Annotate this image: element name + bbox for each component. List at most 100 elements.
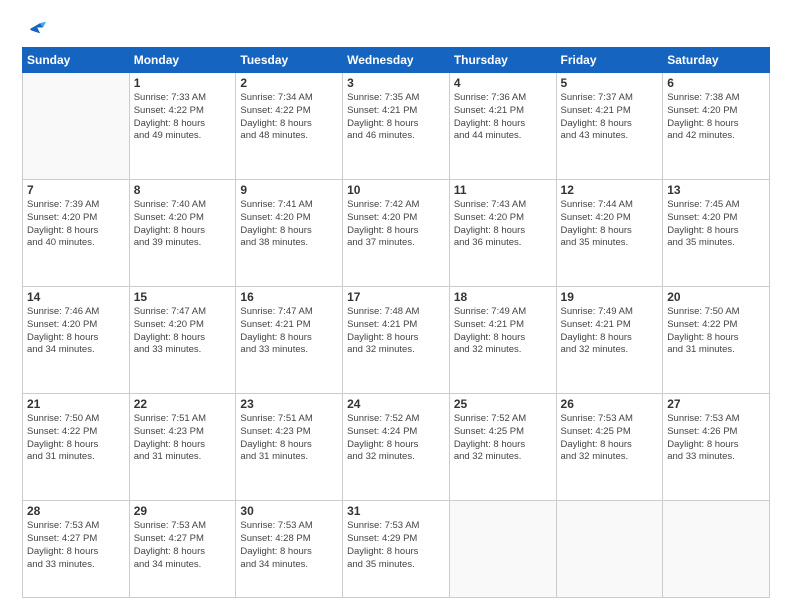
day-number: 30	[240, 504, 338, 518]
calendar-cell	[449, 501, 556, 598]
day-info: Sunrise: 7:47 AMSunset: 4:21 PMDaylight:…	[240, 306, 338, 357]
day-number: 29	[134, 504, 232, 518]
weekday-monday: Monday	[129, 48, 236, 73]
calendar-cell: 28 Sunrise: 7:53 AMSunset: 4:27 PMDayligh…	[23, 501, 130, 598]
day-number: 14	[27, 290, 125, 304]
day-info: Sunrise: 7:37 AMSunset: 4:21 PMDaylight:…	[561, 92, 659, 143]
day-number: 5	[561, 76, 659, 90]
calendar-cell: 5 Sunrise: 7:37 AMSunset: 4:21 PMDaylight…	[556, 73, 663, 180]
day-number: 1	[134, 76, 232, 90]
calendar-cell: 11 Sunrise: 7:43 AMSunset: 4:20 PMDayligh…	[449, 180, 556, 287]
calendar-cell: 19 Sunrise: 7:49 AMSunset: 4:21 PMDayligh…	[556, 287, 663, 394]
day-info: Sunrise: 7:48 AMSunset: 4:21 PMDaylight:…	[347, 306, 445, 357]
calendar-cell	[556, 501, 663, 598]
calendar-cell: 30Sunrise: 7:53 AMSunset: 4:28 PMDayligh…	[236, 501, 343, 598]
day-info: Sunrise: 7:47 AMSunset: 4:20 PMDaylight:…	[134, 306, 232, 357]
day-info: Sunrise: 7:36 AMSunset: 4:21 PMDaylight:…	[454, 92, 552, 143]
day-info: Sunrise: 7:38 AMSunset: 4:20 PMDaylight:…	[667, 92, 765, 143]
day-number: 12	[561, 183, 659, 197]
day-info: Sunrise: 7:45 AMSunset: 4:20 PMDaylight:…	[667, 199, 765, 250]
calendar-cell: 10 Sunrise: 7:42 AMSunset: 4:20 PMDayligh…	[343, 180, 450, 287]
day-info: Sunrise: 7:39 AMSunset: 4:20 PMDaylight:…	[27, 199, 125, 250]
day-info: Sunrise: 7:44 AMSunset: 4:20 PMDaylight:…	[561, 199, 659, 250]
calendar-cell: 27 Sunrise: 7:53 AMSunset: 4:26 PMDayligh…	[663, 394, 770, 501]
calendar-cell: 20 Sunrise: 7:50 AMSunset: 4:22 PMDayligh…	[663, 287, 770, 394]
day-number: 11	[454, 183, 552, 197]
day-number: 27	[667, 397, 765, 411]
week-row-3: 14 Sunrise: 7:46 AMSunset: 4:20 PMDayligh…	[23, 287, 770, 394]
weekday-sunday: Sunday	[23, 48, 130, 73]
day-info: Sunrise: 7:51 AMSunset: 4:23 PMDaylight:…	[134, 413, 232, 464]
day-info: Sunrise: 7:53 AMSunset: 4:29 PMDaylight:…	[347, 520, 445, 571]
weekday-saturday: Saturday	[663, 48, 770, 73]
day-info: Sunrise: 7:34 AMSunset: 4:22 PMDaylight:…	[240, 92, 338, 143]
day-info: Sunrise: 7:53 AMSunset: 4:27 PMDaylight:…	[27, 520, 125, 571]
calendar-cell: 1 Sunrise: 7:33 AMSunset: 4:22 PMDaylight…	[129, 73, 236, 180]
day-number: 9	[240, 183, 338, 197]
day-number: 31	[347, 504, 445, 518]
day-number: 15	[134, 290, 232, 304]
day-number: 26	[561, 397, 659, 411]
calendar-cell: 4 Sunrise: 7:36 AMSunset: 4:21 PMDaylight…	[449, 73, 556, 180]
day-number: 4	[454, 76, 552, 90]
day-info: Sunrise: 7:35 AMSunset: 4:21 PMDaylight:…	[347, 92, 445, 143]
day-info: Sunrise: 7:52 AMSunset: 4:24 PMDaylight:…	[347, 413, 445, 464]
calendar-cell: 29 Sunrise: 7:53 AMSunset: 4:27 PMDayligh…	[129, 501, 236, 598]
calendar-cell	[663, 501, 770, 598]
day-number: 2	[240, 76, 338, 90]
day-info: Sunrise: 7:53 AMSunset: 4:26 PMDaylight:…	[667, 413, 765, 464]
day-number: 23	[240, 397, 338, 411]
calendar-cell: 14 Sunrise: 7:46 AMSunset: 4:20 PMDayligh…	[23, 287, 130, 394]
weekday-thursday: Thursday	[449, 48, 556, 73]
day-number: 20	[667, 290, 765, 304]
page: SundayMondayTuesdayWednesdayThursdayFrid…	[0, 0, 792, 612]
day-number: 28	[27, 504, 125, 518]
day-number: 13	[667, 183, 765, 197]
day-number: 17	[347, 290, 445, 304]
day-info: Sunrise: 7:49 AMSunset: 4:21 PMDaylight:…	[454, 306, 552, 357]
calendar-cell	[23, 73, 130, 180]
header	[22, 18, 770, 37]
week-row-1: 1 Sunrise: 7:33 AMSunset: 4:22 PMDaylight…	[23, 73, 770, 180]
calendar-cell: 15 Sunrise: 7:47 AMSunset: 4:20 PMDayligh…	[129, 287, 236, 394]
calendar-cell: 23 Sunrise: 7:51 AMSunset: 4:23 PMDayligh…	[236, 394, 343, 501]
calendar-cell: 24 Sunrise: 7:52 AMSunset: 4:24 PMDayligh…	[343, 394, 450, 501]
day-number: 25	[454, 397, 552, 411]
calendar-cell: 16 Sunrise: 7:47 AMSunset: 4:21 PMDayligh…	[236, 287, 343, 394]
calendar-cell: 7 Sunrise: 7:39 AMSunset: 4:20 PMDaylight…	[23, 180, 130, 287]
day-number: 7	[27, 183, 125, 197]
weekday-tuesday: Tuesday	[236, 48, 343, 73]
day-info: Sunrise: 7:52 AMSunset: 4:25 PMDaylight:…	[454, 413, 552, 464]
day-info: Sunrise: 7:53 AMSunset: 4:25 PMDaylight:…	[561, 413, 659, 464]
calendar-cell: 25 Sunrise: 7:52 AMSunset: 4:25 PMDayligh…	[449, 394, 556, 501]
day-info: Sunrise: 7:50 AMSunset: 4:22 PMDaylight:…	[667, 306, 765, 357]
day-info: Sunrise: 7:53 AMSunset: 4:27 PMDaylight:…	[134, 520, 232, 571]
week-row-5: 28 Sunrise: 7:53 AMSunset: 4:27 PMDayligh…	[23, 501, 770, 598]
day-number: 24	[347, 397, 445, 411]
day-info: Sunrise: 7:43 AMSunset: 4:20 PMDaylight:…	[454, 199, 552, 250]
calendar-cell: 31 Sunrise: 7:53 AMSunset: 4:29 PMDayligh…	[343, 501, 450, 598]
day-info: Sunrise: 7:49 AMSunset: 4:21 PMDaylight:…	[561, 306, 659, 357]
day-info: Sunrise: 7:41 AMSunset: 4:20 PMDaylight:…	[240, 199, 338, 250]
day-number: 21	[27, 397, 125, 411]
day-info: Sunrise: 7:46 AMSunset: 4:20 PMDaylight:…	[27, 306, 125, 357]
day-number: 19	[561, 290, 659, 304]
calendar-cell: 12 Sunrise: 7:44 AMSunset: 4:20 PMDayligh…	[556, 180, 663, 287]
week-row-4: 21Sunrise: 7:50 AMSunset: 4:22 PMDayligh…	[23, 394, 770, 501]
logo-bird-icon	[24, 18, 46, 40]
calendar-cell: 18Sunrise: 7:49 AMSunset: 4:21 PMDayligh…	[449, 287, 556, 394]
calendar-cell: 2 Sunrise: 7:34 AMSunset: 4:22 PMDaylight…	[236, 73, 343, 180]
calendar-cell: 9 Sunrise: 7:41 AMSunset: 4:20 PMDaylight…	[236, 180, 343, 287]
day-info: Sunrise: 7:42 AMSunset: 4:20 PMDaylight:…	[347, 199, 445, 250]
logo	[22, 18, 46, 37]
day-info: Sunrise: 7:51 AMSunset: 4:23 PMDaylight:…	[240, 413, 338, 464]
day-info: Sunrise: 7:33 AMSunset: 4:22 PMDaylight:…	[134, 92, 232, 143]
day-number: 10	[347, 183, 445, 197]
day-number: 6	[667, 76, 765, 90]
calendar-cell: 8Sunrise: 7:40 AMSunset: 4:20 PMDaylight…	[129, 180, 236, 287]
calendar-cell: 17 Sunrise: 7:48 AMSunset: 4:21 PMDayligh…	[343, 287, 450, 394]
calendar-table: SundayMondayTuesdayWednesdayThursdayFrid…	[22, 47, 770, 598]
day-number: 16	[240, 290, 338, 304]
calendar-cell: 26 Sunrise: 7:53 AMSunset: 4:25 PMDayligh…	[556, 394, 663, 501]
weekday-wednesday: Wednesday	[343, 48, 450, 73]
